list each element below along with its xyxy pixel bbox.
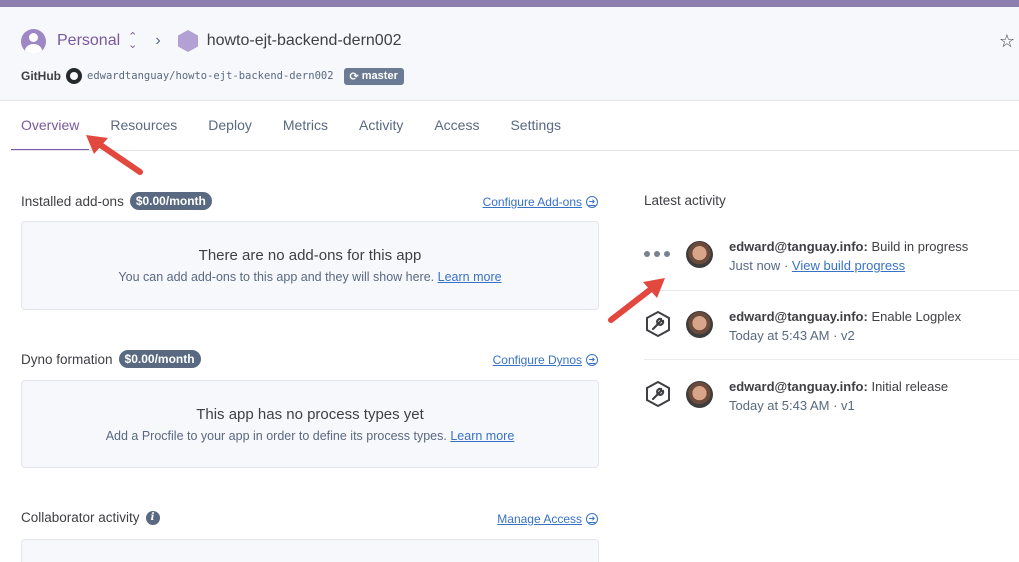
addons-title: Installed add-ons (21, 193, 124, 209)
activity-separator: · (783, 258, 789, 273)
dynos-title: Dyno formation (21, 351, 113, 367)
arrow-right-circle-icon: ➜ (586, 354, 598, 366)
dynos-price-badge: $0.00/month (118, 350, 201, 368)
wrench-icon (646, 380, 670, 408)
collaborators-panel (21, 539, 599, 562)
annotation-arrow-overview (86, 135, 143, 175)
configure-addons-link[interactable]: Configure Add-ons ➜ (483, 195, 598, 209)
avatar (686, 311, 713, 338)
team-switcher[interactable]: Personal (57, 32, 120, 50)
tab-overview[interactable]: Overview (11, 101, 90, 151)
user-avatar-icon[interactable] (21, 28, 46, 54)
avatar (686, 381, 713, 408)
activity-item: edward@tanguay.info: Build in progress J… (644, 239, 1019, 310)
avatar (686, 241, 713, 268)
dots-icon (644, 251, 670, 257)
collaborators-heading: Collaborator activity i (21, 510, 160, 525)
activity-separator: · (833, 398, 838, 413)
top-accent-bar (0, 0, 1019, 7)
configure-addons-label[interactable]: Configure Add-ons (483, 195, 582, 209)
configure-dynos-label[interactable]: Configure Dynos (493, 353, 582, 367)
activity-item: edward@tanguay.info: Enable Logplex Toda… (644, 309, 1019, 380)
breadcrumb: Personal ⌃ ⌄ › howto-ejt-backend-dern002 (21, 27, 402, 55)
arrow-right-circle-icon: ➜ (586, 513, 598, 525)
chevron-updown-icon[interactable]: ⌃ ⌄ (128, 32, 137, 51)
activity-action: Enable Logplex (871, 309, 962, 324)
view-build-progress-link[interactable]: View build progress (792, 258, 905, 273)
tab-access[interactable]: Access (424, 101, 489, 151)
tab-deploy[interactable]: Deploy (198, 101, 262, 151)
activity-user: edward@tanguay.info: (729, 309, 868, 324)
activity-separator: · (833, 328, 838, 343)
collaborators-title: Collaborator activity (21, 510, 140, 525)
activity-time: Today at 5:43 AM (729, 328, 830, 343)
addons-heading: Installed add-ons $0.00/month (21, 192, 212, 210)
activity-time: Today at 5:43 AM (729, 398, 830, 413)
branch-name: master (361, 70, 398, 82)
activity-divider (644, 359, 1019, 360)
addons-empty-title: There are no add-ons for this app (198, 247, 422, 264)
branch-badge[interactable]: ⟳ master (343, 67, 404, 85)
tab-activity[interactable]: Activity (349, 101, 413, 151)
github-label: GitHub (21, 69, 61, 83)
latest-activity-title: Latest activity (644, 193, 726, 208)
activity-version[interactable]: v1 (841, 398, 855, 413)
github-icon (66, 68, 82, 84)
sync-icon: ⟳ (349, 70, 359, 83)
info-icon[interactable]: i (145, 510, 160, 525)
manage-access-link[interactable]: Manage Access ➜ (497, 512, 598, 526)
activity-divider (644, 290, 1019, 291)
chevron-right-icon: › (155, 32, 161, 49)
activity-item: edward@tanguay.info: Initial release Tod… (644, 379, 1019, 450)
addons-learn-more-link[interactable]: Learn more (438, 270, 502, 284)
app-header: Personal ⌃ ⌄ › howto-ejt-backend-dern002 … (0, 7, 1019, 101)
activity-action: Build in progress (871, 239, 969, 254)
dynos-learn-more-link[interactable]: Learn more (450, 429, 514, 443)
repo-link[interactable]: edwardtanguay/howto-ejt-backend-dern002 (87, 70, 334, 82)
github-connection: GitHub edwardtanguay/howto-ejt-backend-d… (21, 67, 404, 85)
dynos-empty-text: Add a Procfile to your app in order to d… (105, 429, 515, 443)
favorite-star-icon[interactable]: ☆ (999, 31, 1015, 52)
annotation-arrow-activity (608, 278, 665, 323)
addons-empty-text: You can add add-ons to this app and they… (118, 270, 502, 284)
addons-empty-panel: There are no add-ons for this app You ca… (21, 221, 599, 310)
arrow-right-circle-icon: ➜ (586, 196, 598, 208)
activity-user: edward@tanguay.info: (729, 239, 868, 254)
dynos-empty-panel: This app has no process types yet Add a … (21, 380, 599, 468)
activity-action: Initial release (871, 379, 949, 394)
activity-time: Just now (729, 258, 781, 273)
configure-dynos-link[interactable]: Configure Dynos ➜ (493, 353, 598, 367)
dynos-heading: Dyno formation $0.00/month (21, 350, 201, 368)
app-hexagon-icon (177, 30, 198, 52)
activity-version[interactable]: v2 (841, 328, 855, 343)
app-name: howto-ejt-backend-dern002 (206, 32, 402, 49)
tabs-divider (11, 150, 1019, 151)
dynos-empty-title: This app has no process types yet (196, 406, 424, 423)
tab-metrics[interactable]: Metrics (273, 101, 338, 151)
tab-settings[interactable]: Settings (500, 101, 571, 151)
manage-access-label[interactable]: Manage Access (497, 512, 582, 526)
addons-price-badge: $0.00/month (129, 192, 212, 210)
activity-user: edward@tanguay.info: (729, 379, 868, 394)
